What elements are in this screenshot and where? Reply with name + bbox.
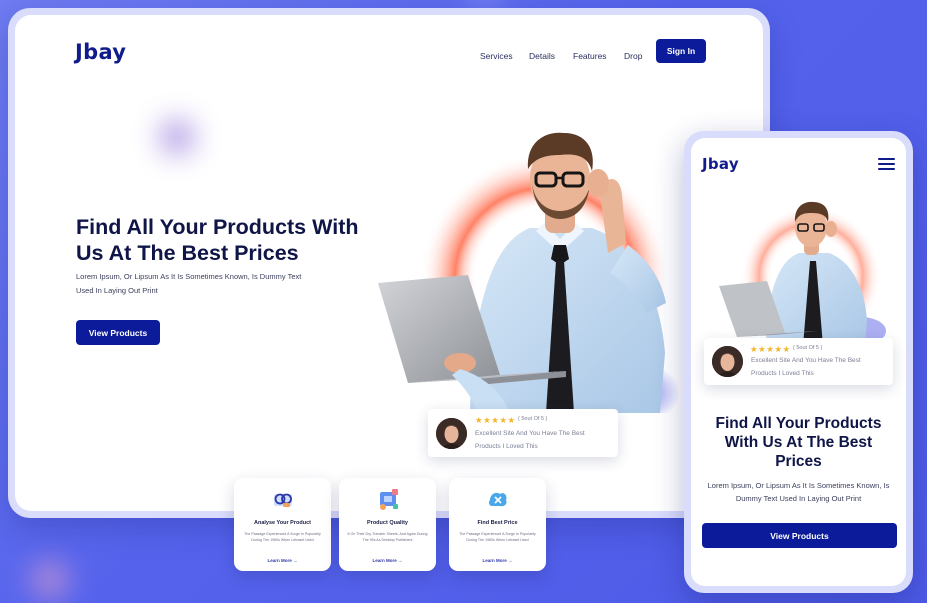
feature-title: Find Best Price (477, 520, 518, 526)
nav-details[interactable]: Details (529, 51, 555, 61)
mobile-hero-image-man-with-laptop (719, 201, 886, 346)
learn-more-link[interactable]: Learn More → (339, 558, 436, 563)
sign-in-button[interactable]: Sign In (656, 39, 706, 63)
mobile-hero-title: Find All Your Products With Us At The Be… (715, 415, 882, 470)
brand-logo[interactable]: Jbay (75, 40, 126, 64)
feature-title: Product Quality (367, 520, 408, 526)
learn-more-link[interactable]: Learn More → (449, 558, 546, 563)
hero-title: Find All Your Products With Us At The Be… (76, 215, 359, 265)
desktop-mockup: Jbay Services Details Features Drop Sign… (8, 8, 770, 518)
review-text: Excellent Site And You Have The Best Pro… (475, 430, 585, 450)
review-text: Excellent Site And You Have The Best Pro… (751, 357, 861, 377)
brand-logo-text: Jbay (75, 40, 127, 64)
hamburger-icon[interactable] (878, 158, 895, 170)
feature-card-quality: Product Quality It On Their Dry-Transfer… (339, 478, 436, 571)
rating-stars: ★★★★★ (750, 344, 791, 354)
decorative-blur (160, 120, 194, 154)
learn-more-link[interactable]: Learn More → (234, 558, 331, 563)
view-products-button[interactable]: View Products (76, 320, 160, 345)
mobile-hero-description: Lorem Ipsum, Or Lipsum As It Is Sometime… (707, 481, 890, 503)
nav-drop[interactable]: Drop (624, 51, 642, 61)
feature-description: The Passage Experienced A Surge In Popul… (459, 532, 536, 542)
analyse-icon (234, 488, 331, 512)
feature-card-price: Find Best Price The Passage Experienced … (449, 478, 546, 571)
brand-logo-text: Jbay (702, 155, 739, 173)
feature-description: It On Their Dry-Transfer Sheets, And Aga… (347, 532, 428, 542)
review-card: ★★★★★ ( 5out Of 5 ) Excellent Site And Y… (428, 409, 618, 457)
nav-features[interactable]: Features (573, 51, 607, 61)
mobile-brand-logo[interactable]: Jbay (702, 155, 739, 173)
reviewer-avatar (436, 418, 467, 449)
mobile-screen: Jbay ★★★★★ (5out Of 5) Excellent Site … (691, 138, 906, 586)
mobile-review-card: ★★★★★ ( 5out Of 5 ) Excellent Site And Y… (704, 338, 893, 385)
feature-card-analyse: Analyse Your Product The Passage Experie… (234, 478, 331, 571)
rating-score: ( 5out Of 5 ) (518, 416, 548, 422)
nav-services[interactable]: Services (480, 51, 513, 61)
mobile-mockup: Jbay ★★★★★ (5out Of 5) Excellent Site … (684, 131, 913, 593)
price-icon (449, 488, 546, 512)
mobile-view-products-button[interactable]: View Products (702, 523, 897, 548)
desktop-screen: Jbay Services Details Features Drop Sign… (15, 15, 763, 511)
rating-score: ( 5out Of 5 ) (793, 345, 823, 351)
hero-description: Lorem Ipsum, Or Lipsum As It Is Sometime… (76, 272, 302, 295)
hero-image-man-with-laptop (378, 132, 680, 413)
feature-description: The Passage Experienced A Surge In Popul… (244, 532, 321, 542)
background-glow (30, 560, 70, 600)
quality-icon (339, 488, 436, 512)
reviewer-avatar (712, 346, 743, 377)
rating-stars: ★★★★★ (475, 415, 516, 425)
feature-title: Analyse Your Product (254, 520, 311, 526)
